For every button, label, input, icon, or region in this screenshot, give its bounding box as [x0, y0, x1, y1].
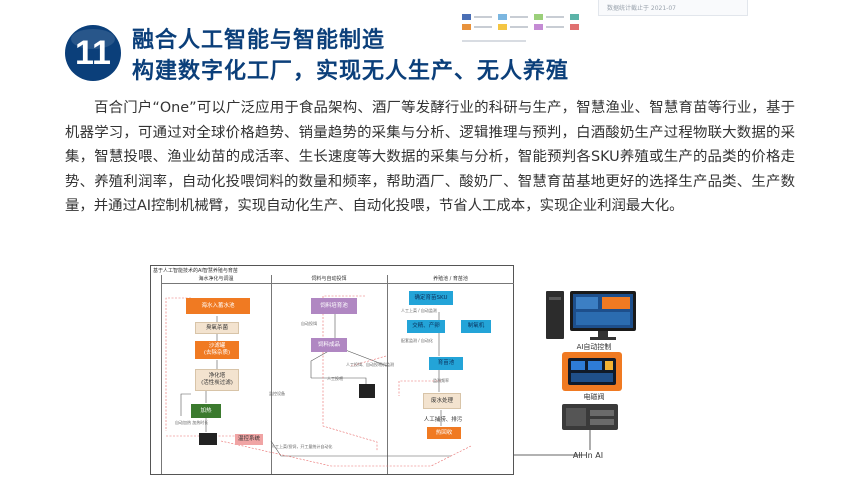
device-connectors [514, 430, 591, 456]
all-in-ai-label: All In AI [572, 451, 604, 460]
